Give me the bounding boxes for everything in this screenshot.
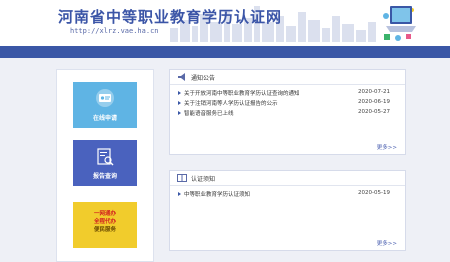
guide-panel: 认证须知 中等职业教育学历认证须知 2020-05-19 更多>>	[169, 170, 406, 251]
main-content: 在线申请 报告查询 一网通办 全程代办 便民服务 通知公告 关于开放河南中等职业…	[56, 69, 406, 262]
online-apply-button[interactable]: 在线申请	[73, 82, 137, 128]
book-icon	[177, 174, 187, 182]
list-item[interactable]: 智能语音服务已上线 2020-05-27	[170, 109, 405, 119]
list-item-date: 2020-05-27	[358, 109, 390, 115]
arrow-icon	[178, 91, 181, 95]
list-item-title: 中等职业教育学历认证须知	[184, 192, 251, 198]
guide-title: 认证须知	[191, 176, 216, 183]
list-item-title: 关于注销河南等人学历认证报告的公示	[184, 101, 278, 107]
list-item[interactable]: 关于注销河南等人学历认证报告的公示 2020-06-19	[170, 99, 405, 109]
arrow-icon	[178, 101, 181, 105]
id-card-icon	[96, 89, 114, 107]
notices-title: 通知公告	[191, 75, 216, 82]
notices-panel: 通知公告 关于开放河南中等职业教育学历认证查询的通知 2020-07-21 关于…	[169, 69, 406, 155]
service-line-1: 一网通办	[93, 211, 116, 217]
guide-more-link[interactable]: 更多>>	[377, 239, 397, 247]
service-line-3: 便民服务	[93, 227, 116, 233]
laptop-illustration-icon	[383, 6, 416, 41]
list-item[interactable]: 关于开放河南中等职业教育学历认证查询的通知 2020-07-21	[170, 89, 405, 99]
quick-links-column: 在线申请 报告查询 一网通办 全程代办 便民服务	[56, 69, 154, 262]
site-header: 河南省中等职业教育学历认证网 http://xlrz.vae.ha.cn	[0, 0, 450, 46]
arrow-icon	[178, 192, 181, 196]
list-item-date: 2020-07-21	[358, 89, 390, 95]
list-item-date: 2020-05-19	[358, 190, 390, 196]
list-item-title: 智能语音服务已上线	[184, 111, 234, 117]
document-search-icon	[97, 148, 114, 166]
megaphone-icon	[178, 73, 185, 81]
list-item[interactable]: 中等职业教育学历认证须知 2020-05-19	[170, 190, 405, 200]
site-url: http://xlrz.vae.ha.cn	[70, 27, 159, 35]
report-query-label: 报告查询	[92, 173, 117, 180]
notices-more-link[interactable]: 更多>>	[377, 143, 397, 151]
guide-header: 认证须知	[170, 171, 405, 186]
online-apply-label: 在线申请	[92, 115, 117, 122]
report-query-button[interactable]: 报告查询	[73, 140, 137, 186]
list-item-title: 关于开放河南中等职业教育学历认证查询的通知	[184, 91, 300, 97]
nav-bar	[0, 46, 450, 58]
site-title: 河南省中等职业教育学历认证网	[58, 8, 283, 26]
notices-header: 通知公告	[170, 70, 405, 85]
service-banner[interactable]: 一网通办 全程代办 便民服务	[73, 202, 137, 248]
service-line-2: 全程代办	[93, 219, 116, 225]
list-item-date: 2020-06-19	[358, 99, 390, 105]
arrow-icon	[178, 111, 181, 115]
